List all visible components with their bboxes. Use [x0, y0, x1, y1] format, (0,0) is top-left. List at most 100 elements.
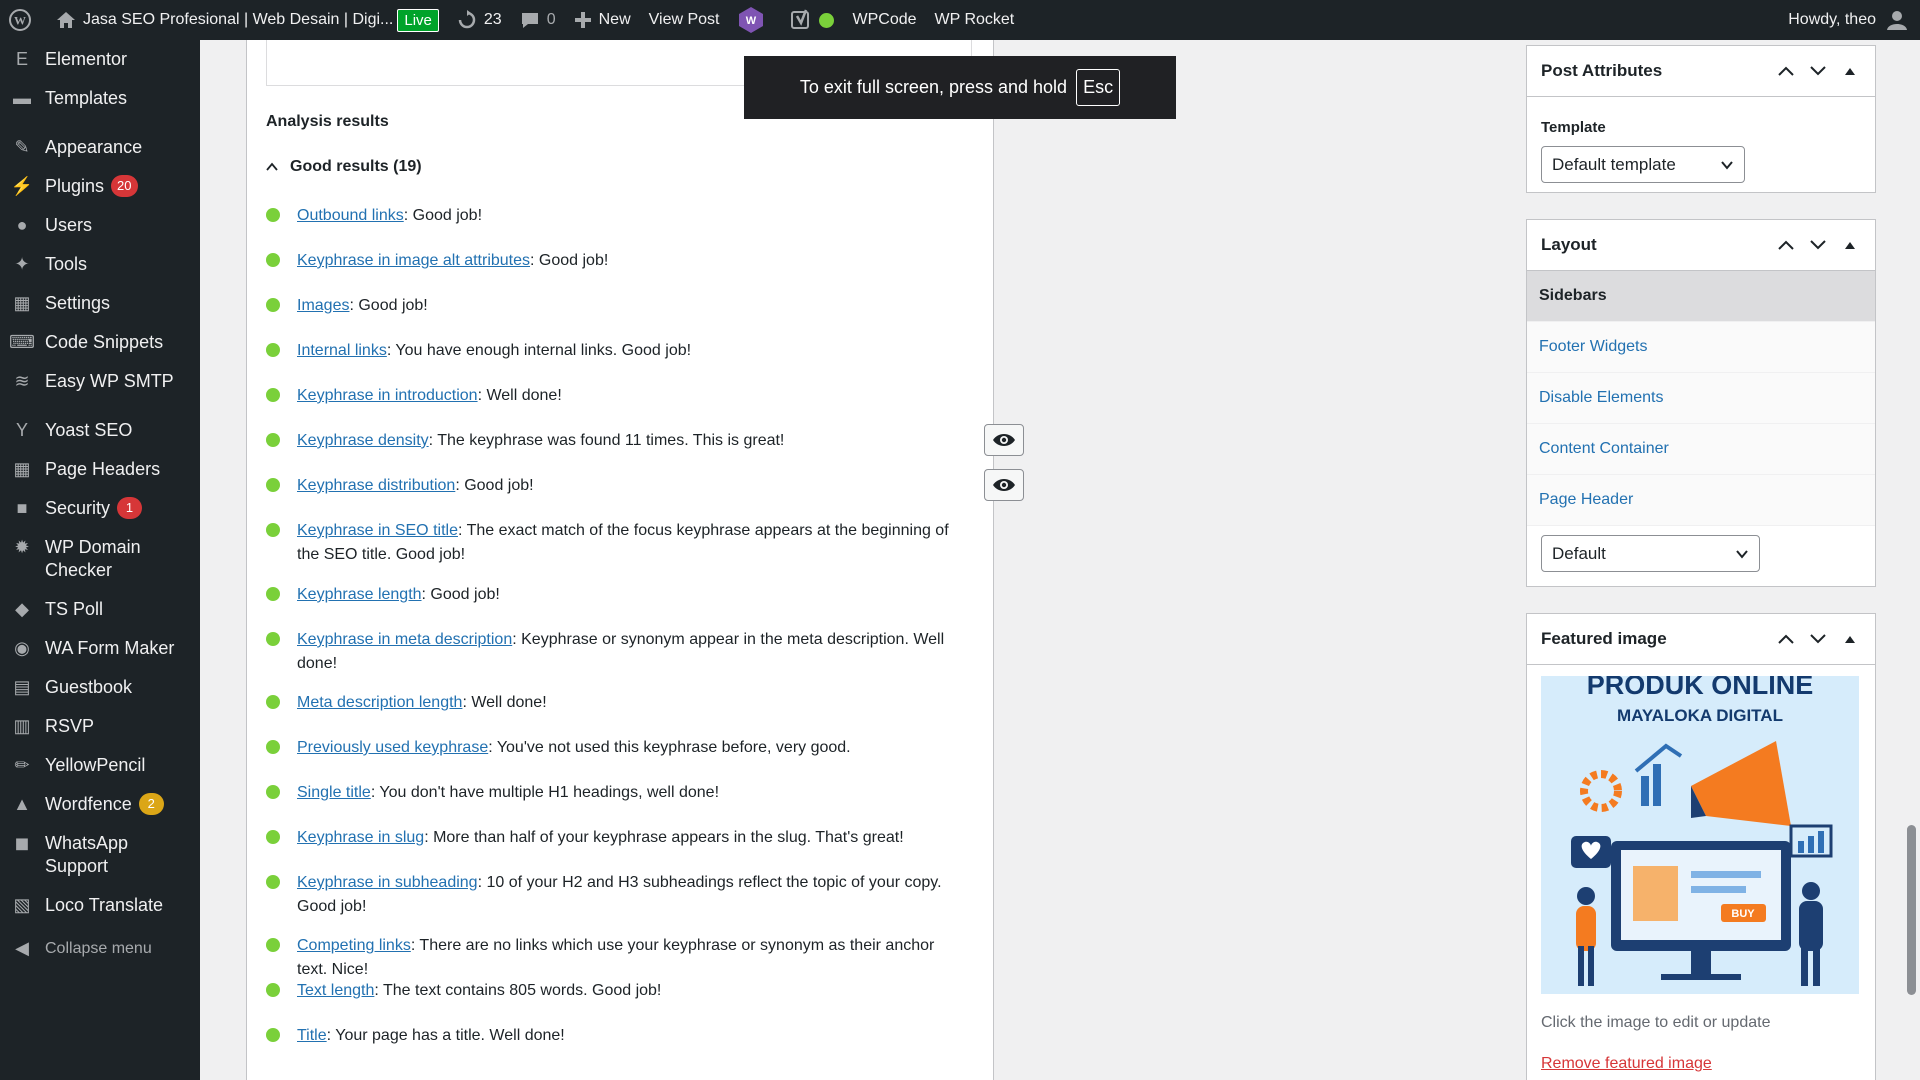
template-select[interactable]: Default template: [1541, 146, 1745, 183]
move-down-icon[interactable]: [1807, 234, 1829, 256]
menu-item-appearance[interactable]: ✎ Appearance: [0, 128, 200, 167]
featured-image-hint: Click the image to edit or update: [1541, 1014, 1771, 1031]
updates-menu[interactable]: 23: [448, 0, 511, 40]
wprocket-menu[interactable]: WP Rocket: [926, 0, 1024, 40]
good-status-dot: [266, 875, 280, 889]
analysis-result-link[interactable]: Keyphrase in meta description: [297, 631, 512, 648]
move-up-icon[interactable]: [1775, 234, 1797, 256]
move-down-icon[interactable]: [1807, 60, 1829, 82]
analysis-result-message: : Well done!: [462, 694, 547, 711]
menu-item-templates[interactable]: ▬ Templates: [0, 79, 200, 118]
analysis-result-link[interactable]: Keyphrase length: [297, 586, 422, 603]
comments-menu[interactable]: 0: [511, 0, 565, 40]
tab-disable-elements[interactable]: Disable Elements: [1527, 373, 1875, 424]
analysis-result-link[interactable]: Keyphrase in introduction: [297, 387, 478, 404]
analysis-result-link[interactable]: Competing links: [297, 937, 411, 954]
analysis-result-item: Keyphrase in SEO title: The exact match …: [266, 519, 966, 567]
tab-page-header[interactable]: Page Header: [1527, 475, 1875, 526]
menu-item-label: Elementor: [45, 49, 128, 69]
analysis-result-link[interactable]: Text length: [297, 982, 374, 999]
brush-icon: ✎: [14, 137, 30, 157]
site-name-menu[interactable]: Jasa SEO Profesional | Web Desain | Digi…: [47, 0, 448, 40]
analysis-result-link[interactable]: Keyphrase density: [297, 432, 429, 449]
keyphrase-distribution-highlight-button[interactable]: [984, 469, 1024, 501]
menu-item-whatsapp-support[interactable]: ◼ WhatsApp Support: [0, 824, 200, 886]
wpforms-menu[interactable]: W: [728, 0, 781, 40]
remove-featured-image-link[interactable]: Remove featured image: [1541, 1055, 1712, 1073]
analysis-result-link[interactable]: Keyphrase in slug: [297, 829, 424, 846]
analysis-result-link[interactable]: Outbound links: [297, 207, 404, 224]
wpcode-menu[interactable]: WPCode: [843, 0, 925, 40]
menu-item-code-snippets[interactable]: ⌨ Code Snippets: [0, 323, 200, 362]
menu-item-plugins[interactable]: ⚡ Plugins 20: [0, 167, 200, 206]
tab-content-container[interactable]: Content Container: [1527, 424, 1875, 475]
analysis-result-text: Meta description length: Well done!: [297, 691, 966, 715]
good-results-toggle[interactable]: Good results (19): [266, 158, 422, 176]
menu-item-users[interactable]: ● Users: [0, 206, 200, 245]
analysis-result-message: : Good job!: [349, 297, 428, 314]
good-status-dot: [266, 388, 280, 402]
menu-item-loco-translate[interactable]: ▧ Loco Translate: [0, 886, 200, 925]
comment-icon: ▤: [13, 677, 31, 697]
menu-item-rsvp[interactable]: ▥ RSVP: [0, 707, 200, 746]
menu-item-yellowpencil[interactable]: ✏ YellowPencil: [0, 746, 200, 785]
tab-footer-widgets[interactable]: Footer Widgets: [1527, 322, 1875, 373]
analysis-result-link[interactable]: Title: [297, 1027, 327, 1044]
move-down-icon[interactable]: [1807, 628, 1829, 650]
sidebar-layout-select[interactable]: Default: [1541, 535, 1760, 572]
update-count-badge: 2: [138, 793, 164, 815]
update-count-badge: 20: [111, 175, 138, 197]
yoast-menu[interactable]: [781, 0, 843, 40]
good-status-dot: [266, 587, 280, 601]
menu-item-tools[interactable]: ✦ Tools: [0, 245, 200, 284]
view-post-label: View Post: [648, 11, 720, 28]
collapse-menu-button[interactable]: ◀ Collapse menu: [0, 929, 200, 968]
menu-item-security[interactable]: ■ Security 1: [0, 489, 200, 528]
wp-logo-menu[interactable]: W: [0, 0, 47, 40]
menu-item-yoast-seo[interactable]: Y Yoast SEO: [0, 411, 200, 450]
admin-bar: W Jasa SEO Profesional | Web Desain | Di…: [0, 0, 1920, 40]
menu-item-wa-form-maker[interactable]: ◉ WA Form Maker: [0, 629, 200, 668]
analysis-result-link[interactable]: Internal links: [297, 342, 387, 359]
menu-item-wordfence[interactable]: ▲ Wordfence 2: [0, 785, 200, 824]
analysis-result-link[interactable]: Single title: [297, 784, 371, 801]
analysis-result-link[interactable]: Keyphrase in image alt attributes: [297, 252, 530, 269]
updates-count: 23: [483, 11, 502, 28]
analysis-result-item: Keyphrase in image alt attributes: Good …: [266, 249, 966, 273]
analysis-result-link[interactable]: Previously used keyphrase: [297, 739, 488, 756]
view-post-link[interactable]: View Post: [640, 0, 729, 40]
menu-item-page-headers[interactable]: ▦ Page Headers: [0, 450, 200, 489]
menu-item-wp-domain-checker[interactable]: ✹ WP Domain Checker: [0, 528, 200, 590]
menu-item-ts-poll[interactable]: ◆ TS Poll: [0, 590, 200, 629]
pencil-icon: ✏: [14, 755, 30, 775]
analysis-result-link[interactable]: Meta description length: [297, 694, 462, 711]
my-account-menu[interactable]: Howdy, theo: [1788, 9, 1920, 31]
analysis-result-link[interactable]: Keyphrase in SEO title: [297, 522, 458, 539]
analysis-result-link[interactable]: Images: [297, 297, 349, 314]
page-scrollbar[interactable]: [1903, 40, 1920, 1080]
analysis-result-item: Competing links: There are no links whic…: [266, 934, 966, 982]
analysis-result-item: Keyphrase length: Good job!: [266, 583, 966, 607]
toggle-panel-icon[interactable]: [1839, 628, 1861, 650]
post-attributes-title: Post Attributes: [1541, 61, 1663, 80]
move-up-icon[interactable]: [1775, 628, 1797, 650]
toggle-panel-icon[interactable]: [1839, 234, 1861, 256]
layout-title: Layout: [1541, 235, 1597, 254]
keyphrase-density-highlight-button[interactable]: [984, 424, 1024, 456]
analysis-result-link[interactable]: Keyphrase in subheading: [297, 874, 478, 891]
post-attributes-box: Post Attributes Template Default templat…: [1526, 45, 1876, 193]
menu-item-label: Appearance: [45, 137, 143, 157]
menu-item-easy-wp-smtp[interactable]: ≋ Easy WP SMTP: [0, 362, 200, 401]
menu-item-settings[interactable]: ▦ Settings: [0, 284, 200, 323]
scrollbar-thumb[interactable]: [1907, 825, 1916, 995]
featured-image[interactable]: PRODUK ONLINE MAYALOKA DIGITAL BUY: [1541, 676, 1859, 994]
analysis-result-item: Title: Your page has a title. Well done!: [266, 1024, 966, 1048]
new-content-menu[interactable]: New: [565, 0, 640, 40]
tab-sidebars[interactable]: Sidebars: [1527, 271, 1875, 322]
menu-item-guestbook[interactable]: ▤ Guestbook: [0, 668, 200, 707]
chat-icon: ◼: [14, 833, 30, 853]
analysis-result-link[interactable]: Keyphrase distribution: [297, 477, 455, 494]
menu-item-elementor[interactable]: E Elementor: [0, 40, 200, 79]
toggle-panel-icon[interactable]: [1839, 60, 1861, 82]
move-up-icon[interactable]: [1775, 60, 1797, 82]
